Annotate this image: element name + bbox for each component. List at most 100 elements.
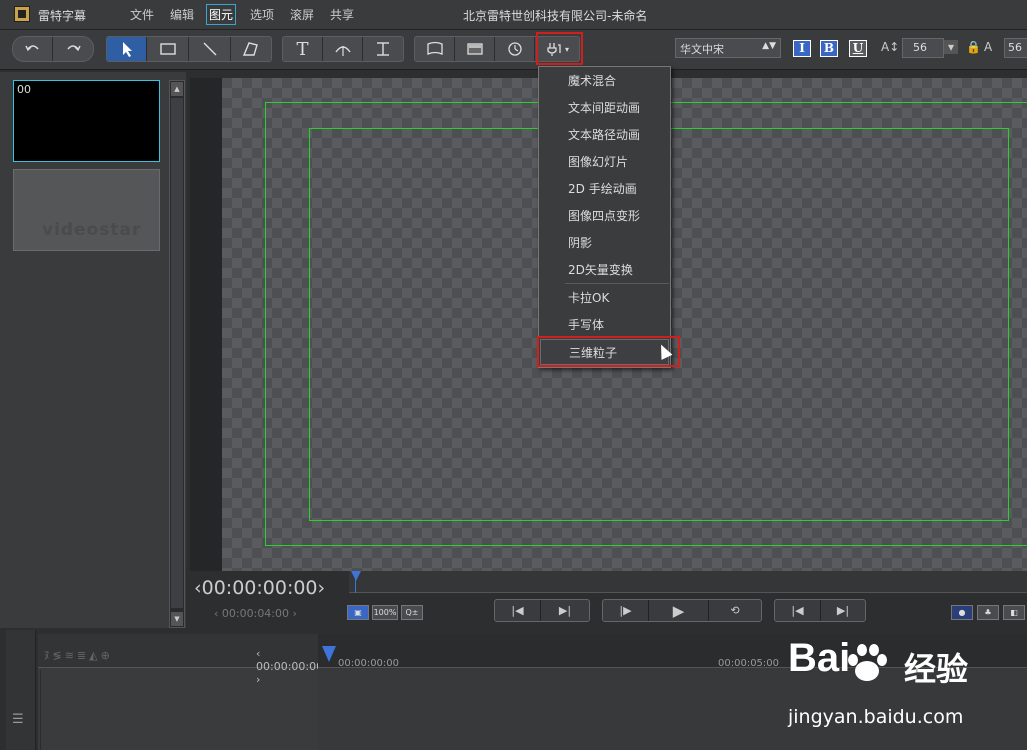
menu-share[interactable]: 共享 xyxy=(328,6,356,23)
next-frame-button[interactable]: ▶| xyxy=(541,600,589,621)
font-size-field[interactable]: 56 xyxy=(902,38,944,58)
menu-item-2d-vector-transform[interactable]: 2D矢量变换 xyxy=(540,257,669,283)
menu-file[interactable]: 文件 xyxy=(128,6,156,23)
menu-item-shadow[interactable]: 阴影 xyxy=(540,230,669,256)
jump-controls: |◀ ▶| xyxy=(774,599,866,622)
prev-frame-button[interactable]: |◀ xyxy=(495,600,541,621)
current-timecode[interactable]: ‹00:00:00:00› xyxy=(194,577,325,599)
line-icon xyxy=(203,42,216,56)
play-button[interactable]: ▶ xyxy=(649,600,709,621)
fit-view-button[interactable]: ▣ xyxy=(347,605,369,620)
channel-split-button[interactable]: ♣ xyxy=(977,605,999,620)
page-thumbnail-template[interactable]: videostar xyxy=(13,169,160,251)
size-dropdown-arrow-icon[interactable]: ▾ xyxy=(944,40,958,54)
watermark-brand: Bai xyxy=(788,636,851,680)
menu-separator xyxy=(565,283,669,284)
undo-button[interactable] xyxy=(13,37,53,61)
videostar-logo: videostar xyxy=(42,220,142,240)
draw-tools-group xyxy=(106,36,272,62)
polygon-tool-button[interactable] xyxy=(231,37,271,61)
thumbnail-panel: 00 videostar ▲ ▼ xyxy=(0,72,186,628)
loop-button[interactable]: ⟲ xyxy=(709,600,761,621)
baidu-watermark: Bai 经验 jingyan.baidu.com xyxy=(788,636,1027,750)
go-start-button[interactable]: |◀ xyxy=(775,600,821,621)
app-window: 雷特字幕 文件 编辑 图元 选项 滚屏 共享 北京雷特世创科技有限公司-未命名 xyxy=(0,0,1027,750)
flag-shape-icon xyxy=(426,41,443,55)
app-name: 雷特字幕 xyxy=(38,9,87,23)
rectangle-tool-button[interactable] xyxy=(147,37,189,61)
duration-timecode[interactable]: ‹ 00:00:04:00 › xyxy=(214,607,297,620)
vertical-text-tool-button[interactable] xyxy=(363,37,403,61)
menu-item-image-slideshow[interactable]: 图像幻灯片 xyxy=(540,149,669,175)
font-width-field[interactable]: 56 xyxy=(1004,38,1027,58)
timeline-timecode[interactable]: ‹ 00:00:00:00 › xyxy=(256,647,323,686)
clock-icon xyxy=(507,42,522,56)
menu-item-karaoke[interactable]: 卡拉OK xyxy=(540,285,669,311)
go-end-button[interactable]: ▶| xyxy=(821,600,865,621)
menu-options[interactable]: 选项 xyxy=(248,6,276,23)
polygon-icon xyxy=(242,42,258,56)
baidu-paw-icon xyxy=(848,644,887,681)
watermark-jingyan: 经验 xyxy=(904,650,969,688)
scroll-down-icon[interactable]: ▼ xyxy=(171,612,183,626)
scroll-up-icon[interactable]: ▲ xyxy=(171,82,183,96)
menu-item-handwriting[interactable]: 手写体 xyxy=(540,312,669,338)
timecode-value: 00:00:00:00 xyxy=(201,577,318,599)
italic-button[interactable]: I xyxy=(793,40,811,57)
redo-icon xyxy=(67,45,81,52)
track-stack-icon[interactable]: ☰ xyxy=(12,712,24,727)
timeline-sidebar: ☰ xyxy=(6,630,36,750)
text-tool-button[interactable]: T xyxy=(283,37,323,61)
spinner-icon: ▲▼ xyxy=(762,41,776,51)
playhead-icon[interactable] xyxy=(351,571,361,581)
lock-icon[interactable]: 🔒 xyxy=(966,40,981,54)
preview-scrub-ruler[interactable] xyxy=(349,571,1027,593)
path-text-tool-button[interactable] xyxy=(323,37,363,61)
toolbar: T ▾ xyxy=(0,30,1027,70)
play-from-start-button[interactable]: |▶ xyxy=(603,600,649,621)
menu-element[interactable]: 图元 xyxy=(206,4,237,25)
undo-icon xyxy=(24,45,39,52)
line-tool-button[interactable] xyxy=(189,37,231,61)
clock-tool-button[interactable] xyxy=(495,37,535,61)
app-logo-icon xyxy=(14,6,30,22)
undo-redo-group xyxy=(12,36,94,62)
text-box-icon xyxy=(377,42,389,56)
shape-tool-button[interactable] xyxy=(415,37,455,61)
path-text-icon xyxy=(334,46,351,56)
redo-button[interactable] xyxy=(53,37,93,61)
plugin-highlight-box xyxy=(536,32,583,65)
page-thumbnail-active[interactable]: 00 xyxy=(13,80,160,162)
scroll-thumb[interactable] xyxy=(171,98,183,608)
transport-bar: ‹00:00:00:00› ‹ 00:00:04:00 › ▣ 100% Q± … xyxy=(186,571,1027,629)
text-tools-group: T xyxy=(282,36,404,62)
thumbnail-label: 00 xyxy=(17,83,31,96)
menu-scroll[interactable]: 滚屏 xyxy=(288,6,316,23)
view-option-button[interactable]: ◧ xyxy=(1003,605,1025,620)
text-height-icon: A↕ xyxy=(881,40,900,54)
underline-button[interactable]: U xyxy=(849,40,867,57)
zoom-100-button[interactable]: 100% xyxy=(372,605,398,620)
select-tool-button[interactable] xyxy=(107,37,147,61)
track-tools-icons[interactable]: ﾇ≶≋≣◭⊕ xyxy=(44,647,113,663)
menu-item-2d-hand-draw[interactable]: 2D 手绘动画 xyxy=(540,176,669,202)
menu-item-image-four-point[interactable]: 图像四点变形 xyxy=(540,203,669,229)
menu-item-text-path-anim[interactable]: 文本路径动画 xyxy=(540,122,669,148)
rectangle-icon xyxy=(159,43,176,55)
menu-item-magic-blend[interactable]: 魔术混合 xyxy=(540,68,669,94)
menu-edit[interactable]: 编辑 xyxy=(168,6,196,23)
text-width-icon: A xyxy=(984,40,993,54)
duration-value: 00:00:04:00 xyxy=(221,607,290,620)
image-tool-button[interactable] xyxy=(455,37,495,61)
color-channel-button[interactable]: ● xyxy=(951,605,973,620)
watermark-url: jingyan.baidu.com xyxy=(788,706,964,728)
font-family-select[interactable]: 华文中宋 ▲▼ xyxy=(675,38,781,58)
thumbnail-scrollbar[interactable]: ▲ ▼ xyxy=(169,80,185,628)
zoom-tool-button[interactable]: Q± xyxy=(401,605,423,620)
menu-item-text-spacing-anim[interactable]: 文本间距动画 xyxy=(540,95,669,121)
play-controls: |▶ ▶ ⟲ xyxy=(602,599,762,622)
arrow-cursor-icon xyxy=(122,42,132,57)
track-divider xyxy=(40,670,41,750)
bold-button[interactable]: B xyxy=(820,40,838,57)
text-t-icon: T xyxy=(296,38,309,60)
